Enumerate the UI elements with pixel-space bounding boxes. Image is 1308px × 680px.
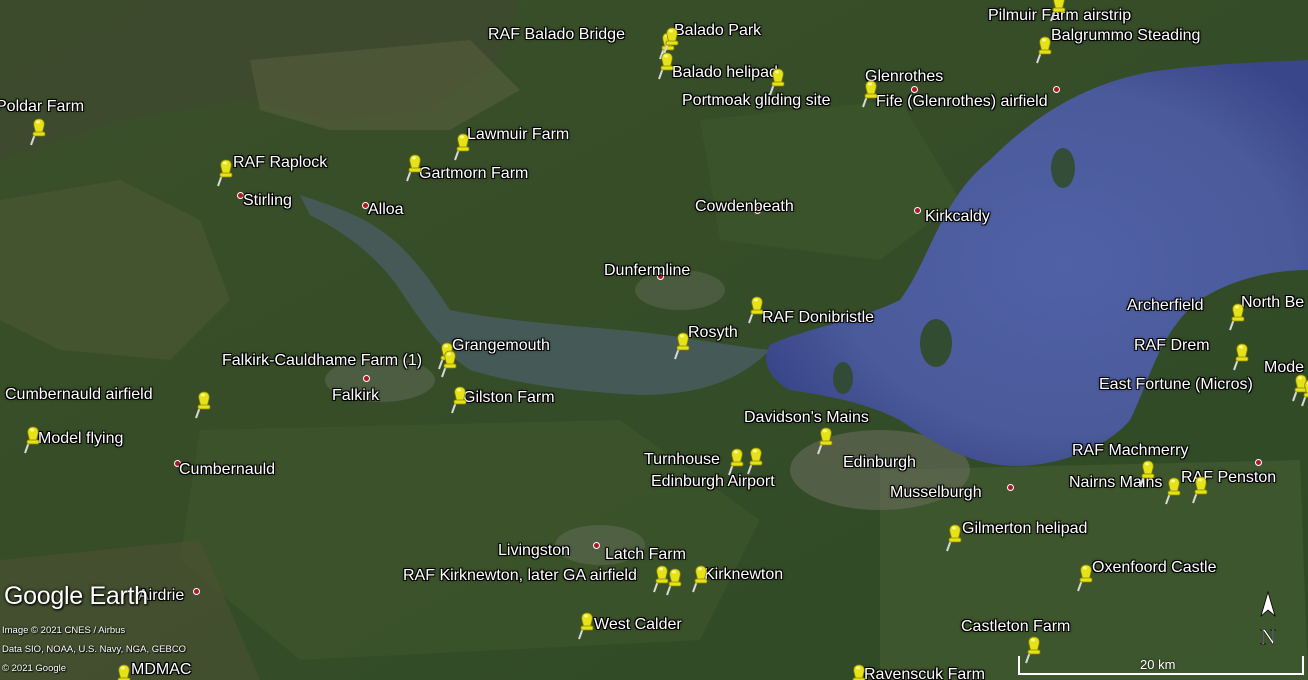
copyright-credit: © 2021 Google bbox=[2, 663, 67, 674]
placemark-label[interactable]: Castleton Farm bbox=[961, 618, 1070, 636]
yellow-pushpin-icon[interactable] bbox=[576, 610, 598, 640]
placemark-label[interactable]: RAF Kirknewton, later GA airfield bbox=[403, 567, 637, 585]
placemark-label[interactable]: Fife (Glenrothes) airfield bbox=[876, 93, 1048, 111]
place-label-falkirk[interactable]: Falkirk bbox=[332, 387, 379, 405]
yellow-pushpin-icon[interactable] bbox=[439, 348, 461, 378]
placemark-label[interactable]: North Be bbox=[1241, 294, 1304, 312]
yellow-pushpin-icon[interactable] bbox=[1299, 377, 1308, 407]
yellow-pushpin-icon[interactable] bbox=[113, 662, 135, 680]
yellow-pushpin-icon[interactable] bbox=[22, 424, 44, 454]
placemark-label[interactable]: East Fortune (Micros) bbox=[1099, 376, 1253, 394]
placemark-label[interactable]: Oxenfoord Castle bbox=[1092, 559, 1217, 577]
yellow-pushpin-icon[interactable] bbox=[848, 662, 870, 680]
north-arrow-icon[interactable]: N bbox=[1255, 590, 1281, 650]
place-label-musselburgh[interactable]: Musselburgh bbox=[890, 484, 982, 502]
town-marker-north-berwick bbox=[1053, 86, 1060, 93]
yellow-pushpin-icon[interactable] bbox=[1163, 475, 1185, 505]
yellow-pushpin-icon[interactable] bbox=[1034, 34, 1056, 64]
place-label-alloa[interactable]: Alloa bbox=[368, 201, 404, 219]
town-marker-haddington bbox=[1255, 459, 1262, 466]
town-marker-musselburgh bbox=[1007, 484, 1014, 491]
yellow-pushpin-icon[interactable] bbox=[215, 157, 237, 187]
yellow-pushpin-icon[interactable] bbox=[1048, 0, 1070, 22]
yellow-pushpin-icon[interactable] bbox=[1137, 458, 1159, 488]
yellow-pushpin-icon[interactable] bbox=[672, 330, 694, 360]
placemark-label[interactable]: Falkirk-Cauldhame Farm (1) bbox=[222, 352, 422, 370]
yellow-pushpin-icon[interactable] bbox=[1075, 562, 1097, 592]
yellow-pushpin-icon[interactable] bbox=[193, 389, 215, 419]
placemark-label[interactable]: Grangemouth bbox=[452, 337, 550, 355]
place-label-edinburgh[interactable]: Edinburgh bbox=[843, 454, 916, 472]
yellow-pushpin-icon[interactable] bbox=[28, 116, 50, 146]
place-label-stirling[interactable]: Stirling bbox=[243, 192, 292, 210]
placemark-label[interactable]: Lawmuir Farm bbox=[467, 126, 569, 144]
place-label-livingston[interactable]: Livingston bbox=[498, 542, 570, 560]
yellow-pushpin-icon[interactable] bbox=[449, 384, 471, 414]
placemark-label[interactable]: MDMAC bbox=[131, 661, 191, 679]
placemark-label[interactable]: RAF Machmerry bbox=[1072, 442, 1188, 460]
placemark-label[interactable]: Portmoak gliding site bbox=[682, 92, 831, 110]
placemark-label[interactable]: Ravenscuk Farm bbox=[864, 666, 985, 680]
placemark-label[interactable]: Archerfield bbox=[1127, 297, 1203, 315]
town-marker-falkirk bbox=[363, 375, 370, 382]
yellow-pushpin-icon[interactable] bbox=[1227, 301, 1249, 331]
yellow-pushpin-icon[interactable] bbox=[1231, 341, 1253, 371]
yellow-pushpin-icon[interactable] bbox=[664, 566, 686, 596]
scale-label: 20 km bbox=[1140, 657, 1176, 672]
yellow-pushpin-icon[interactable] bbox=[767, 66, 789, 96]
placemark-label[interactable]: Cumbernauld airfield bbox=[5, 386, 153, 404]
placemark-label[interactable]: Gilston Farm bbox=[463, 389, 555, 407]
placemark-label[interactable]: Edinburgh Airport bbox=[651, 473, 775, 491]
placemark-label[interactable]: Balgrummo Steading bbox=[1051, 27, 1200, 45]
yellow-pushpin-icon[interactable] bbox=[690, 563, 712, 593]
placemark-label[interactable]: Latch Farm bbox=[605, 546, 686, 564]
yellow-pushpin-icon[interactable] bbox=[746, 294, 768, 324]
data-credit: Data SIO, NOAA, U.S. Navy, NGA, GEBCO bbox=[2, 644, 187, 655]
yellow-pushpin-icon[interactable] bbox=[404, 152, 426, 182]
placemark-label[interactable]: Gartmorn Farm bbox=[419, 165, 528, 183]
town-marker-livingston bbox=[593, 542, 600, 549]
town-marker-glenrothes bbox=[911, 86, 918, 93]
placemark-label[interactable]: RAF Raplock bbox=[233, 154, 327, 172]
imagery-credit: Image © 2021 CNES / Airbus bbox=[2, 625, 126, 636]
town-marker-airdrie bbox=[193, 588, 200, 595]
map-view[interactable]: Stirling Alloa Cowdenbeath Kirkcaldy Dun… bbox=[0, 0, 1308, 680]
island-north bbox=[1051, 148, 1075, 188]
yellow-pushpin-icon[interactable] bbox=[815, 425, 837, 455]
place-label-dunfermline[interactable]: Dunfermline bbox=[604, 262, 690, 280]
placemark-label[interactable]: RAF Donibristle bbox=[762, 309, 874, 327]
placemark-label[interactable]: Balado Park bbox=[674, 22, 761, 40]
placemark-label[interactable]: West Calder bbox=[594, 616, 682, 634]
placemark-label[interactable]: Davidson's Mains bbox=[744, 409, 869, 427]
placemark-label[interactable]: RAF Balado Bridge bbox=[488, 26, 625, 44]
place-label-cowdenbeath[interactable]: Cowdenbeath bbox=[695, 198, 794, 216]
yellow-pushpin-icon[interactable] bbox=[1190, 474, 1212, 504]
placemark-label[interactable]: Balado helipad bbox=[672, 64, 778, 82]
town-marker-kirkcaldy bbox=[914, 207, 921, 214]
yellow-pushpin-icon[interactable] bbox=[860, 78, 882, 108]
google-earth-logo: Google Earth bbox=[4, 582, 148, 610]
placemark-label[interactable]: Gilmerton helipad bbox=[962, 520, 1087, 538]
placemark-label[interactable]: Model flying bbox=[38, 430, 123, 448]
place-label-kirkcaldy[interactable]: Kirkcaldy bbox=[925, 208, 990, 226]
inchkeith-island bbox=[920, 319, 952, 367]
yellow-pushpin-icon[interactable] bbox=[656, 50, 678, 80]
placemark-label[interactable]: RAF Drem bbox=[1134, 337, 1210, 355]
yellow-pushpin-icon[interactable] bbox=[745, 445, 767, 475]
north-label: N bbox=[1260, 624, 1276, 649]
placemark-label[interactable]: Poldar Farm bbox=[0, 98, 84, 116]
islet-south bbox=[833, 362, 853, 394]
placemark-label[interactable]: Rosyth bbox=[688, 324, 738, 342]
placemark-label[interactable]: Turnhouse bbox=[644, 451, 720, 469]
yellow-pushpin-icon[interactable] bbox=[452, 131, 474, 161]
yellow-pushpin-icon[interactable] bbox=[944, 522, 966, 552]
place-label-cumbernauld[interactable]: Cumbernauld bbox=[179, 461, 275, 479]
placemark-label[interactable]: Kirknewton bbox=[704, 566, 783, 584]
